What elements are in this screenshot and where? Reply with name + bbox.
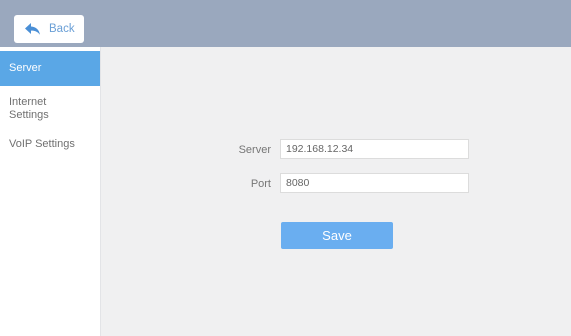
sidebar: Server Internet Settings VoIP Settings [0, 47, 101, 336]
sidebar-item-voip-settings[interactable]: VoIP Settings [0, 138, 100, 151]
server-input[interactable] [280, 139, 469, 159]
back-label: Back [49, 23, 75, 35]
sidebar-item-internet-settings[interactable]: Internet Settings [0, 96, 100, 122]
sidebar-item-server[interactable]: Server [0, 51, 100, 86]
back-button[interactable]: Back [14, 15, 84, 43]
server-label: Server [238, 144, 271, 156]
port-input[interactable] [280, 173, 469, 193]
top-bar: Back [0, 0, 571, 47]
save-button[interactable]: Save [281, 222, 393, 249]
back-arrow-icon [24, 22, 41, 36]
port-label: Port [250, 178, 271, 190]
